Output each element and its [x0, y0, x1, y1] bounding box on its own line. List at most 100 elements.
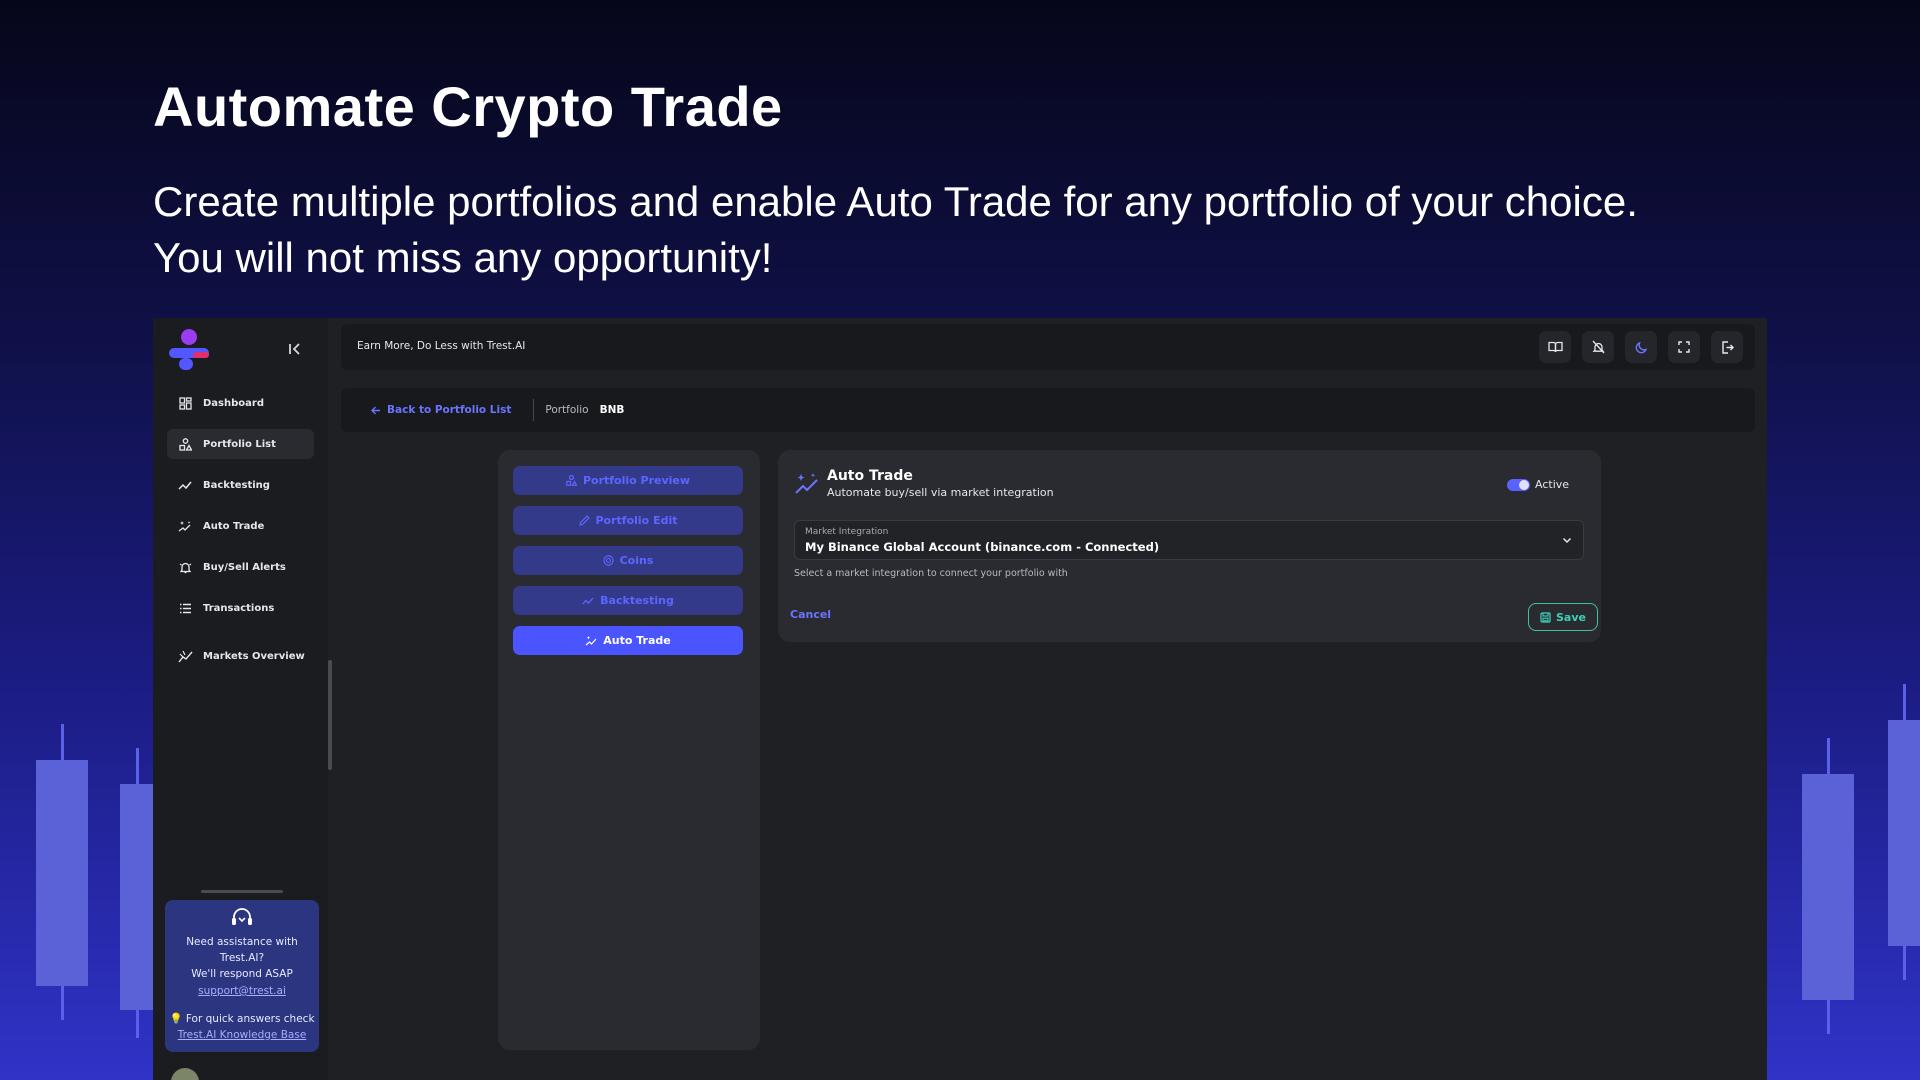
sidebar: Dashboard Portfolio List Backtesting Aut… — [153, 318, 328, 1080]
collapse-icon — [289, 343, 300, 355]
chevron-down-icon — [1562, 537, 1572, 544]
sidebar-divider — [201, 890, 283, 893]
shapes-icon — [566, 475, 577, 486]
list-icon — [177, 603, 193, 614]
market-integration-select[interactable]: Market Integration My Binance Global Acc… — [794, 520, 1584, 560]
sidebar-item-buy-sell-alerts[interactable]: Buy/Sell Alerts — [167, 552, 314, 582]
save-button-label: Save — [1556, 610, 1586, 624]
tab-label: Backtesting — [600, 594, 674, 607]
tagline: Earn More, Do Less with Trest.AI — [357, 340, 526, 352]
sidebar-item-portfolio-list[interactable]: Portfolio List — [167, 429, 314, 459]
active-toggle[interactable] — [1507, 478, 1530, 491]
tab-coins[interactable]: Coins — [513, 546, 743, 575]
sidebar-scrollbar[interactable] — [328, 660, 332, 770]
bell-off-icon — [1592, 340, 1604, 354]
tab-label: Coins — [619, 554, 654, 567]
sparkles-icon — [585, 635, 597, 646]
breadcrumb-portfolio-name: BNB — [599, 404, 625, 416]
fullscreen-button[interactable] — [1668, 331, 1700, 363]
cancel-button[interactable]: Cancel — [790, 608, 831, 621]
market-chart-icon — [177, 650, 193, 663]
sidebar-item-label: Portfolio List — [203, 438, 276, 450]
dashboard-icon — [177, 396, 193, 410]
market-integration-helper: Select a market integration to connect y… — [794, 568, 1068, 579]
tab-portfolio-edit[interactable]: Portfolio Edit — [513, 506, 743, 535]
fullscreen-icon — [1678, 341, 1690, 353]
sidebar-item-backtesting[interactable]: Backtesting — [167, 470, 314, 500]
auto-trade-card: Auto Trade Automate buy/sell via market … — [778, 450, 1601, 642]
pencil-icon — [578, 515, 590, 526]
sidebar-nav: Dashboard Portfolio List Backtesting Aut… — [167, 388, 314, 682]
tab-auto-trade[interactable]: Auto Trade — [513, 626, 743, 655]
collapse-sidebar-button[interactable] — [286, 342, 304, 360]
bell-icon — [177, 561, 193, 574]
sidebar-item-auto-trade[interactable]: Auto Trade — [167, 511, 314, 541]
help-quick-label: For quick answers check — [185, 1013, 315, 1025]
portfolio-tab-panel: Portfolio Preview Portfolio Edit Coins B… — [498, 450, 760, 1050]
moon-icon — [1635, 341, 1647, 353]
docs-button[interactable] — [1539, 331, 1571, 363]
top-bar: Earn More, Do Less with Trest.AI — [341, 324, 1755, 370]
tab-label: Portfolio Preview — [582, 474, 691, 487]
breadcrumb: Back to Portfolio List Portfolio BNB — [341, 388, 1755, 432]
active-toggle-group: Active — [1507, 478, 1569, 491]
sidebar-item-label: Transactions — [203, 602, 275, 614]
tab-label: Portfolio Edit — [595, 514, 678, 527]
hero-subtitle-line-1: Create multiple portfolios and enable Au… — [153, 178, 1638, 225]
save-icon — [1540, 611, 1551, 623]
trest-logo — [169, 329, 209, 370]
back-to-portfolio-list-link[interactable]: Back to Portfolio List — [371, 404, 511, 416]
lightbulb-icon: 💡 — [169, 1013, 183, 1025]
sidebar-item-markets-overview[interactable]: Markets Overview — [167, 641, 314, 671]
sidebar-item-label: Buy/Sell Alerts — [203, 561, 286, 573]
support-email-link[interactable]: support@trest.ai — [165, 983, 319, 999]
sparkles-icon — [795, 473, 818, 494]
top-bar-icons — [1539, 331, 1743, 363]
portfolio-icon — [177, 437, 193, 451]
help-card: Need assistance with Trest.AI? We'll res… — [165, 900, 319, 1052]
market-integration-label: Market Integration — [805, 527, 889, 537]
candle-decoration — [1888, 684, 1920, 980]
coin-icon — [602, 555, 614, 566]
breadcrumb-separator — [533, 399, 535, 421]
save-button[interactable]: Save — [1528, 603, 1598, 631]
candle-decoration — [1802, 738, 1854, 1034]
knowledge-base-link[interactable]: Trest.AI Knowledge Base — [165, 1027, 319, 1043]
help-quick-text: 💡 For quick answers check — [165, 1011, 319, 1027]
notifications-button[interactable] — [1582, 331, 1614, 363]
avatar[interactable] — [171, 1068, 199, 1080]
theme-toggle-button[interactable] — [1625, 331, 1657, 363]
sidebar-item-transactions[interactable]: Transactions — [167, 593, 314, 623]
candle-decoration — [120, 748, 154, 1038]
chart-line-icon — [582, 596, 594, 606]
headset-icon — [165, 906, 319, 928]
tab-portfolio-preview[interactable]: Portfolio Preview — [513, 466, 743, 495]
hero-title: Automate Crypto Trade — [153, 75, 783, 138]
book-icon — [1547, 341, 1563, 353]
hero-subtitle-line-2: You will not miss any opportunity! — [153, 234, 773, 281]
auto-trade-title: Auto Trade — [827, 468, 913, 484]
back-link-label: Back to Portfolio List — [387, 404, 512, 416]
arrow-left-icon — [371, 406, 380, 414]
market-integration-value: My Binance Global Account (binance.com -… — [805, 540, 1160, 554]
sidebar-item-label: Markets Overview — [203, 650, 305, 662]
chart-line-icon — [177, 479, 193, 491]
app-window: Dashboard Portfolio List Backtesting Aut… — [153, 318, 1767, 1080]
sidebar-item-dashboard[interactable]: Dashboard — [167, 388, 314, 418]
tab-label: Auto Trade — [603, 634, 671, 647]
toggle-knob — [1519, 479, 1529, 490]
active-toggle-label: Active — [1535, 478, 1570, 491]
sidebar-item-label: Auto Trade — [203, 520, 265, 532]
sidebar-item-label: Dashboard — [203, 397, 264, 409]
tab-backtesting[interactable]: Backtesting — [513, 586, 743, 615]
sparkles-icon — [177, 520, 193, 533]
help-text-line-1: Need assistance with — [186, 936, 298, 948]
logout-button[interactable] — [1711, 331, 1743, 363]
sidebar-item-label: Backtesting — [203, 479, 270, 491]
logout-icon — [1721, 340, 1734, 354]
help-text-line-2: Trest.AI? — [219, 952, 265, 964]
hero-subtitle: Create multiple portfolios and enable Au… — [153, 174, 1793, 286]
help-text-line-3: We'll respond ASAP — [191, 968, 293, 980]
auto-trade-subtitle: Automate buy/sell via market integration — [827, 486, 1054, 499]
breadcrumb-label: Portfolio — [545, 404, 589, 416]
